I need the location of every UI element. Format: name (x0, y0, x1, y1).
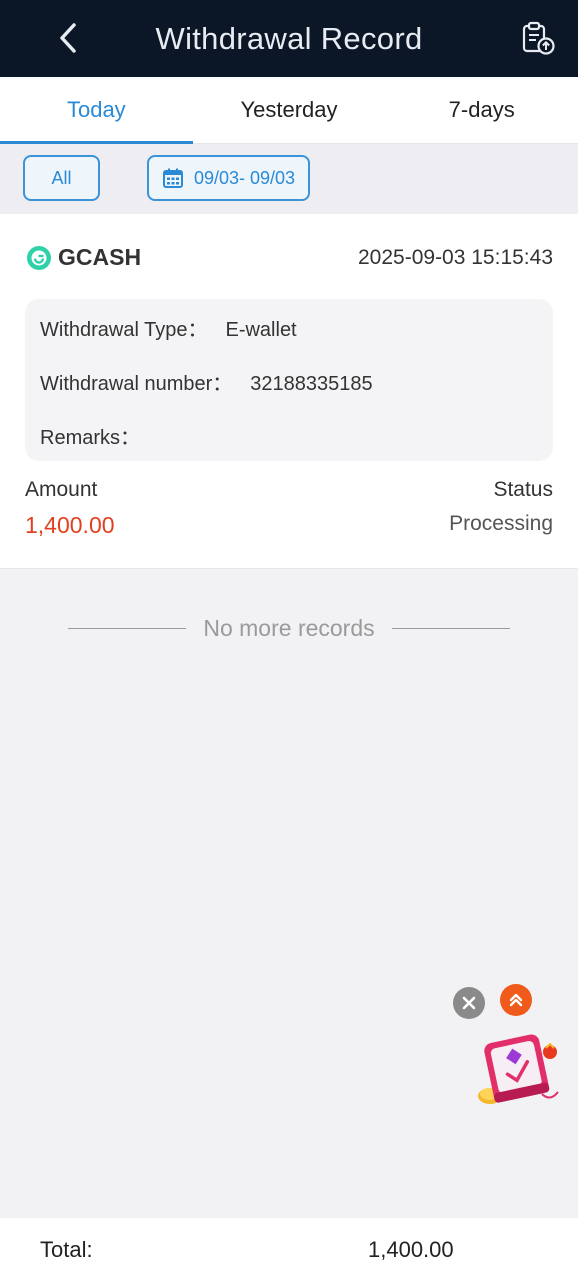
gcash-logo-icon (27, 245, 51, 270)
promo-gift-button[interactable] (472, 1024, 562, 1108)
filter-all-button[interactable]: All (23, 155, 100, 201)
close-floating-button[interactable] (453, 987, 485, 1019)
date-range-button[interactable]: 09/03- 09/03 (147, 155, 310, 201)
status-label: Status (493, 478, 553, 501)
divider-left (68, 627, 186, 629)
record-details: Withdrawal Type： E-wallet Withdrawal numb… (25, 299, 553, 461)
amount-label: Amount (25, 478, 98, 501)
withdrawal-type-label: Withdrawal Type： (40, 319, 208, 341)
status-value: Processing (449, 512, 553, 535)
withdrawal-number-label: Withdrawal number： (40, 373, 233, 395)
list-end-indicator: No more records (68, 612, 510, 644)
date-range-text: 09/03- 09/03 (193, 167, 296, 188)
calendar-icon (162, 168, 183, 188)
gift-book-icon (478, 1034, 559, 1104)
remarks-label: Remarks： (40, 427, 141, 449)
payment-method-name: GCASH (58, 244, 142, 270)
filter-bar: All 09/03- 09/03 (0, 144, 578, 214)
total-amount: 1,400.00 (368, 1237, 454, 1262)
withdrawal-number-value: 32188335185 (250, 373, 373, 395)
no-more-records-text: No more records (203, 614, 375, 641)
withdrawal-record-card[interactable]: GCASH 2025-09-03 15:15:43 Withdrawal Typ… (0, 214, 578, 569)
total-footer: Total: 1,400.00 (0, 1218, 578, 1280)
page-title: Withdrawal Record (155, 20, 423, 56)
chevron-left-icon (60, 23, 76, 53)
clipboard-upload-icon (522, 21, 555, 55)
records-upload-button[interactable] (518, 18, 558, 58)
date-tabs: Today Yesterday 7-days (0, 77, 578, 144)
withdrawal-number-row: Withdrawal number： 32188335185 (40, 367, 373, 396)
withdrawal-type-value: E-wallet (225, 319, 297, 341)
double-chevron-up-icon (509, 993, 523, 1007)
total-label: Total: (40, 1237, 93, 1262)
divider-right (392, 627, 510, 629)
payment-method: GCASH (26, 244, 141, 271)
scroll-to-top-button[interactable] (500, 984, 532, 1016)
withdrawal-type-row: Withdrawal Type： E-wallet (40, 313, 297, 342)
tab-today[interactable]: Today (0, 77, 193, 144)
tab-7-days[interactable]: 7-days (385, 77, 578, 143)
record-datetime: 2025-09-03 15:15:43 (358, 246, 553, 269)
close-icon (462, 996, 476, 1010)
record-header: GCASH 2025-09-03 15:15:43 (26, 244, 553, 274)
amount-value: 1,400.00 (25, 512, 115, 538)
top-bar: Withdrawal Record (0, 0, 578, 77)
back-button[interactable] (48, 18, 88, 58)
remarks-row: Remarks： (40, 421, 158, 450)
tab-yesterday[interactable]: Yesterday (193, 77, 386, 143)
